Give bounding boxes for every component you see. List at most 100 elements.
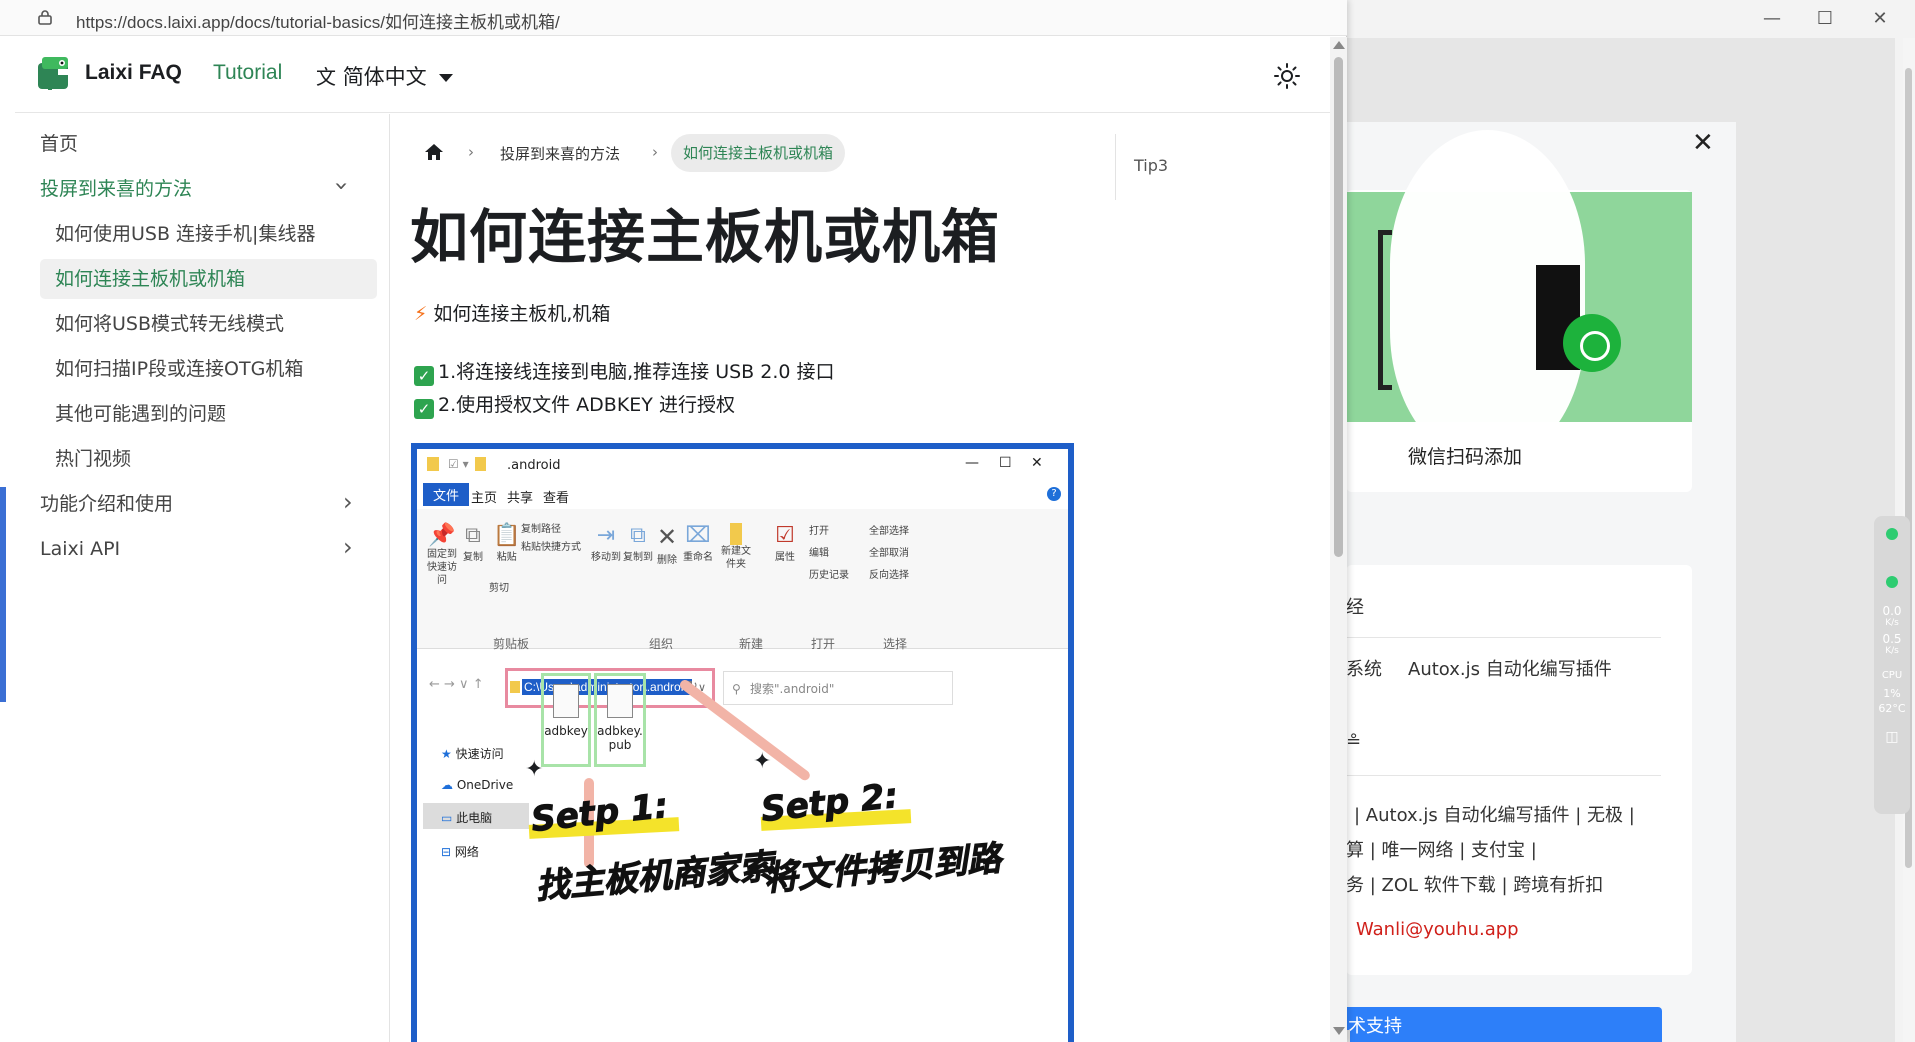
- step-1-text: 1.将连接线连接到电脑,推荐连接 USB 2.0 接口: [438, 361, 835, 383]
- support-button[interactable]: 技术支持: [1300, 1007, 1662, 1042]
- theme-toggle-sun-icon[interactable]: [1274, 63, 1300, 89]
- explorer-titlebar: ☑ ▾ .android — ☐ ✕: [417, 449, 1068, 483]
- caret-down-icon: [439, 74, 454, 82]
- home-icon[interactable]: [424, 143, 444, 161]
- panel-close-icon[interactable]: ✕: [1692, 128, 1714, 158]
- chevron-down-icon[interactable]: ›: [328, 181, 356, 191]
- wechat-icon: [1563, 314, 1621, 372]
- checkbox-icon: ✓: [414, 366, 434, 386]
- background-window-titlebar: — ☐ ✕: [1340, 0, 1915, 38]
- links-row-1[interactable]: | Autox.js 自动化编写插件 | 无极 |: [1354, 801, 1635, 827]
- language-dropdown[interactable]: 文 简体中文: [316, 61, 454, 91]
- scroll-down-icon[interactable]: [1333, 1027, 1345, 1035]
- maximize-icon: ☐: [999, 455, 1012, 471]
- page-scrollbar[interactable]: [1330, 37, 1347, 1042]
- computer-icon: ▭: [441, 811, 453, 825]
- sidebar-item-home[interactable]: 首页: [40, 124, 78, 164]
- info-row-system: 系统: [1346, 659, 1382, 680]
- url-text[interactable]: https://docs.laixi.app/docs/tutorial-bas…: [76, 8, 560, 33]
- scroll-thumb[interactable]: [1334, 57, 1343, 557]
- explorer-search-placeholder: 搜索".android": [750, 682, 835, 696]
- file-icon: [607, 684, 633, 718]
- checkbox-icon: ✓: [414, 399, 434, 419]
- contact-email[interactable]: Wanli@youhu.app: [1356, 919, 1519, 940]
- explorer-ribbon: 📌 固定到快速访问 ⧉ 复制 📋 粘贴 复制路径 粘贴快捷方式 剪切 ⇥ 移动到 ⧉ 复制到…: [417, 509, 1068, 649]
- links-row-3[interactable]: 务 | ZOL 软件下载 | 跨境有折扣: [1346, 871, 1603, 897]
- sidebar-item-issues[interactable]: 其他可能遇到的问题: [55, 394, 226, 434]
- pin-icon: 📌: [428, 523, 456, 548]
- info-row-autox[interactable]: Autox.js 自动化编写插件: [1408, 655, 1612, 681]
- toc-divider: [1115, 134, 1116, 200]
- ribbon-group-label: 打开: [811, 637, 836, 651]
- file-adbkey: adbkey: [541, 673, 591, 767]
- nav-this-pc: ▭ 此电脑: [423, 803, 529, 829]
- tutorial-image: ☑ ▾ .android — ☐ ✕ 文件 主页 共享 查看 ? 📌 固定到快速访…: [411, 443, 1074, 1042]
- sidebar-item-wireless[interactable]: 如何将USB模式转无线模式: [55, 304, 284, 344]
- rename-tool: ⌧ 重命名: [683, 523, 713, 563]
- file-icon: [553, 684, 579, 718]
- ribbon-group-label: 组织: [649, 637, 674, 651]
- sidebar-item-usb[interactable]: 如何使用USB 连接手机|集线器: [55, 214, 315, 254]
- sidebar-item-scan-ip[interactable]: 如何扫描IP段或连接OTG机箱: [55, 349, 303, 389]
- properties-tool: ☑ 属性: [775, 523, 795, 563]
- qr-caption: 微信扫码添加: [1408, 446, 1523, 468]
- breadcrumb-current: 如何连接主板机或机箱: [671, 134, 846, 172]
- page-title: 如何连接主板机或机箱: [410, 203, 1001, 271]
- network-monitor-widget: 0.0 K/s 0.5 K/s CPU 1% 62°C ◫: [1874, 516, 1910, 814]
- nav-onedrive: ☁ OneDrive: [441, 778, 514, 792]
- toc-item[interactable]: Tip3: [1134, 156, 1168, 175]
- minimize-icon[interactable]: —: [1752, 4, 1792, 34]
- nav-tutorial-link[interactable]: Tutorial: [213, 61, 282, 85]
- nav-network: ⊟ 网络: [441, 845, 479, 859]
- folder-icon: [475, 457, 486, 471]
- brand-title[interactable]: Laixi FAQ: [85, 61, 182, 85]
- file-adbkey-pub: adbkey.pub: [594, 673, 646, 767]
- cloud-icon: ☁: [441, 778, 453, 792]
- browser-window: https://docs.laixi.app/docs/tutorial-bas…: [0, 0, 1347, 1042]
- clipboard-tools: 复制路径 粘贴快捷方式: [521, 524, 581, 553]
- sparkle-icon: ✦: [753, 749, 772, 774]
- download-unit: K/s: [1885, 646, 1899, 656]
- explorer-tab: 查看: [543, 491, 570, 506]
- sidebar-category-api[interactable]: Laixi API: [40, 529, 120, 569]
- links-row-2[interactable]: 算 | 唯一网络 | 支付宝 |: [1346, 836, 1537, 862]
- nav-quick-access: ★ 快速访问: [441, 747, 504, 761]
- explorer-search-box: ⚲ 搜索".android": [723, 671, 953, 705]
- download-speed: 0.5: [1882, 632, 1902, 646]
- quick-access-icons: ☑ ▾: [448, 457, 469, 471]
- close-icon: ✕: [1031, 455, 1043, 471]
- translate-icon: 文: [316, 65, 336, 89]
- sidebar-item-videos[interactable]: 热门视频: [55, 439, 131, 479]
- paste-tool: 📋 粘贴: [493, 523, 521, 563]
- ribbon-group-label: 选择: [883, 637, 908, 651]
- cpu-label: CPU: [1881, 670, 1903, 681]
- ribbon-group-label: 剪贴板: [493, 637, 530, 651]
- camera-icon[interactable]: ◫: [1874, 729, 1910, 745]
- bolt-icon: ⚡: [414, 303, 428, 325]
- close-icon[interactable]: ✕: [1860, 4, 1900, 34]
- sidebar-category-casting[interactable]: 投屏到来喜的方法: [40, 169, 192, 209]
- upload-speed: 0.0: [1882, 604, 1902, 618]
- chevron-right-icon[interactable]: ›: [343, 488, 353, 516]
- breadcrumb-separator-icon: ›: [652, 143, 658, 161]
- help-icon: ?: [1047, 487, 1061, 501]
- scroll-up-icon[interactable]: [1333, 41, 1345, 49]
- breadcrumb-parent[interactable]: 投屏到来喜的方法: [500, 143, 620, 164]
- minimize-icon: —: [965, 455, 979, 471]
- select-tools: 全部选择 全部取消 反向选择: [869, 526, 909, 581]
- ribbon-group-label: 新建: [739, 637, 764, 651]
- maximize-icon[interactable]: ☐: [1805, 4, 1845, 34]
- intro-line: ⚡ 如何连接主板机,机箱: [414, 299, 610, 326]
- move-icon: ⇥: [596, 523, 616, 548]
- chevron-right-icon[interactable]: ›: [343, 533, 353, 561]
- explorer-tab: 共享: [507, 491, 534, 506]
- language-label: 简体中文: [342, 65, 427, 89]
- nav-arrows: ← → ∨ ↑: [429, 677, 484, 692]
- cpu-value: 1%: [1883, 687, 1901, 700]
- new-folder-tool: 新建文件夹: [721, 523, 751, 571]
- sidebar-item-mainboard[interactable]: 如何连接主板机或机箱: [40, 259, 377, 299]
- address-bar[interactable]: https://docs.laixi.app/docs/tutorial-bas…: [0, 0, 1347, 36]
- sidebar-category-features[interactable]: 功能介绍和使用: [40, 484, 173, 524]
- laixi-logo-icon[interactable]: [36, 55, 74, 91]
- delete-icon: ✕: [657, 523, 678, 551]
